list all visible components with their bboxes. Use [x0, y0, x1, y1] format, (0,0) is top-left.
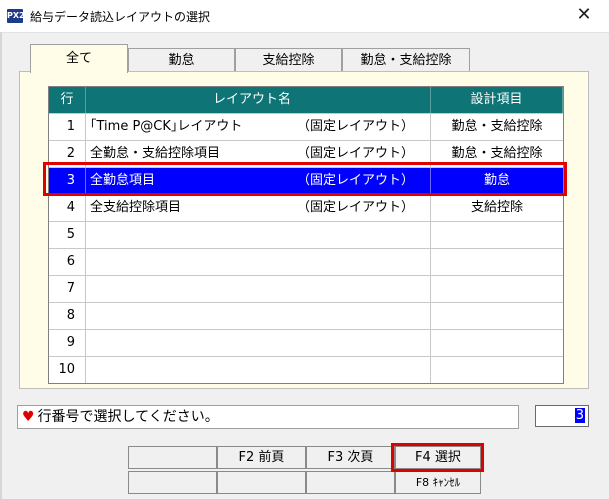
design-item — [431, 249, 563, 275]
row-number: 5 — [49, 222, 86, 248]
layout-type: （固定レイアウト） — [296, 146, 414, 161]
header-row-number: 行 — [49, 87, 86, 113]
layout-name-cell — [86, 330, 431, 356]
tab-attendance[interactable]: 勤怠 — [128, 48, 235, 73]
window-title: 給与データ読込レイアウトの選択 — [30, 10, 211, 24]
table-row[interactable]: 6 — [49, 249, 563, 276]
tab-all[interactable]: 全て — [30, 44, 128, 73]
layout-name-cell — [86, 249, 431, 275]
row-number-input[interactable]: 3 — [535, 405, 589, 427]
heart-icon: ♥ — [22, 409, 35, 425]
layout-type: （固定レイアウト） — [296, 173, 414, 188]
table-row[interactable]: 2 全勤怠・支給控除項目 （固定レイアウト） 勤怠・支給控除 — [49, 141, 563, 168]
row-number-value: 3 — [574, 408, 585, 423]
design-item — [431, 303, 563, 329]
layout-name-cell: ｢Time P@CK｣レイアウト （固定レイアウト） — [86, 114, 431, 140]
layout-name-cell — [86, 357, 431, 383]
layout-name: 全勤怠・支給控除項目 — [90, 146, 221, 161]
layout-type: （固定レイアウト） — [296, 200, 414, 215]
row-number: 4 — [49, 195, 86, 221]
layout-name-cell — [86, 222, 431, 248]
layout-name-cell — [86, 276, 431, 302]
layout-name: 全勤怠項目 — [90, 173, 156, 188]
table-row[interactable]: 8 — [49, 303, 563, 330]
header-design-item: 設計項目 — [431, 87, 563, 113]
blank-key-1 — [128, 446, 217, 469]
table-row[interactable]: 10 — [49, 357, 563, 383]
design-item — [431, 357, 563, 383]
left-border — [0, 32, 2, 499]
design-item — [431, 222, 563, 248]
table-row[interactable]: 9 — [49, 330, 563, 357]
row-number: 9 — [49, 330, 86, 356]
row-number: 1 — [49, 114, 86, 140]
f2-prev-page-button[interactable]: F2 前頁 — [217, 446, 306, 469]
layout-name: 全支給控除項目 — [90, 200, 182, 215]
app-icon: PX2 — [7, 9, 25, 23]
design-item — [431, 330, 563, 356]
table-row[interactable]: 4 全支給控除項目 （固定レイアウト） 支給控除 — [49, 195, 563, 222]
layout-name-cell — [86, 303, 431, 329]
blank-key-2 — [128, 471, 217, 494]
layout-name-cell: 全勤怠項目 （固定レイアウト） — [86, 168, 431, 194]
table-row[interactable]: 5 — [49, 222, 563, 249]
title-bar: PX2 給与データ読込レイアウトの選択 ✕ — [0, 0, 609, 33]
f8-cancel-button[interactable]: F8 ｷｬﾝｾﾙ — [395, 471, 481, 494]
row-number: 7 — [49, 276, 86, 302]
table-header-row: 行 レイアウト名 設計項目 — [49, 87, 563, 114]
layout-name-cell: 全支給控除項目 （固定レイアウト） — [86, 195, 431, 221]
layout-type: （固定レイアウト） — [296, 119, 414, 134]
message-bar: ♥ 行番号で選択してください。 — [17, 405, 519, 429]
layout-name: ｢Time P@CK｣レイアウト — [90, 119, 243, 134]
layout-name-cell: 全勤怠・支給控除項目 （固定レイアウト） — [86, 141, 431, 167]
row-number: 3 — [49, 168, 86, 194]
design-item: 支給控除 — [470, 200, 523, 215]
table-row-selected[interactable]: 3 全勤怠項目 （固定レイアウト） 勤怠 — [49, 168, 563, 195]
design-item: 勤怠・支給控除 — [451, 146, 543, 161]
header-layout-name: レイアウト名 — [86, 87, 431, 113]
close-icon[interactable]: ✕ — [573, 4, 595, 26]
table-row[interactable]: 1 ｢Time P@CK｣レイアウト （固定レイアウト） 勤怠・支給控除 — [49, 114, 563, 141]
table-row[interactable]: 7 — [49, 276, 563, 303]
design-item: 勤怠・支給控除 — [451, 119, 543, 134]
row-number: 2 — [49, 141, 86, 167]
row-number: 8 — [49, 303, 86, 329]
layout-table: 行 レイアウト名 設計項目 1 ｢Time P@CK｣レイアウト （固定レイアウト… — [48, 86, 564, 384]
f3-next-page-button[interactable]: F3 次頁 — [306, 446, 395, 469]
f4-select-button[interactable]: F4 選択 — [395, 446, 481, 469]
tab-attendance-pay-deduction[interactable]: 勤怠・支給控除 — [342, 48, 470, 73]
blank-key-4 — [306, 471, 395, 494]
row-number: 10 — [49, 357, 86, 383]
design-item — [431, 276, 563, 302]
blank-key-3 — [217, 471, 306, 494]
message-text: 行番号で選択してください。 — [37, 409, 219, 425]
row-number: 6 — [49, 249, 86, 275]
tab-pay-deduction[interactable]: 支給控除 — [235, 48, 342, 73]
design-item: 勤怠 — [483, 173, 510, 188]
